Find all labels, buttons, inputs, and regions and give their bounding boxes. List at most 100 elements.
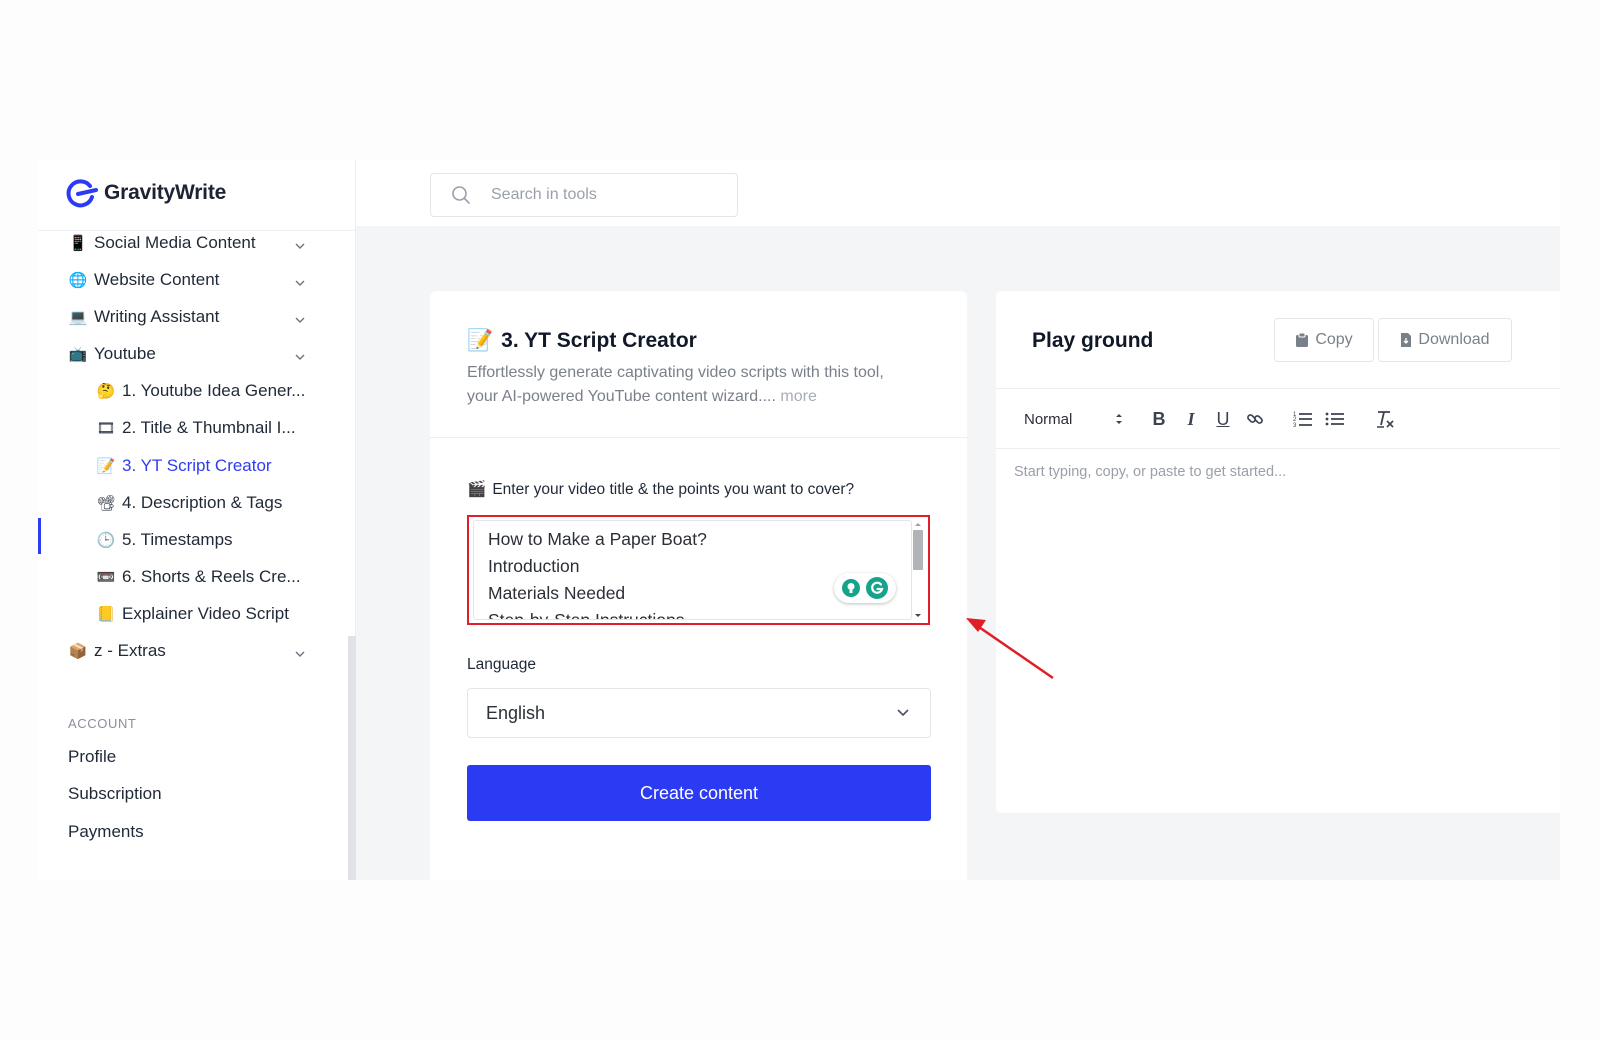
account-heading: ACCOUNT [68,716,137,731]
chevron-down-icon[interactable] [295,315,305,325]
tv-icon: 📺 [68,346,88,363]
language-label: Language [467,656,536,673]
scrollbar-thumb[interactable] [913,530,923,570]
sidebar-item-writing-assistant[interactable]: 💻 Writing Assistant [68,307,220,327]
sidebar: GravityWrite 📱 Social Media Content 🌐 We… [38,160,356,880]
copy-label: Copy [1315,331,1353,348]
notebook-icon: 📒 [96,606,116,623]
more-link[interactable]: more [780,388,816,405]
top-bar [356,160,1560,226]
sidebar-item-explainer-video-script[interactable]: 📒 Explainer Video Script [96,604,289,624]
language-select[interactable]: English [467,688,931,738]
chevron-down-icon [897,709,909,717]
film-strip-icon: 🎞 [96,420,116,437]
brand-name: GravityWrite [104,181,227,204]
prompt-scrollbar[interactable] [911,520,925,620]
laptop-icon: 💻 [68,309,88,326]
app-window: GravityWrite 📱 Social Media Content 🌐 We… [38,160,1560,880]
tool-title-text: 3. YT Script Creator [501,329,697,352]
link-icon [1247,414,1263,424]
bullet-list-icon [1325,412,1344,426]
prompt-label-text: Enter your video title & the points you … [492,480,855,498]
search-icon [452,186,470,204]
sidebar-item-yt-script-creator[interactable]: 📝 3. YT Script Creator [96,456,272,476]
gravitywrite-logo-icon [66,179,98,208]
sidebar-item-label: Explainer Video Script [122,604,289,623]
sidebar-item-label: 1. Youtube Idea Gener... [122,381,306,400]
mobile-phone-icon: 📱 [68,235,88,252]
sidebar-scrollbar[interactable] [348,636,356,880]
underline-icon: U [1216,408,1230,429]
memo-icon: 📝 [467,329,494,352]
prompt-textarea[interactable]: How to Make a Paper Boat? Introduction M… [473,520,912,620]
sidebar-item-youtube-idea-generator[interactable]: 🤔 1. Youtube Idea Gener... [96,381,306,401]
language-value: English [486,702,546,723]
sidebar-item-label: 6. Shorts & Reels Cre... [122,567,301,586]
create-content-button[interactable]: Create content [467,765,931,821]
sidebar-item-youtube[interactable]: 📺 Youtube [68,344,156,364]
ordered-list-button[interactable]: 1 2 3 [1292,408,1314,430]
prompt-label: 🎬 Enter your video title & the points yo… [467,480,854,499]
editor-toolbar: Normal B I U 1 2 3 [996,389,1560,449]
scroll-down-icon[interactable] [911,612,925,620]
scroll-up-icon[interactable] [911,520,925,528]
search-input[interactable] [491,186,711,204]
sidebar-item-label: 5. Timestamps [122,530,233,549]
package-icon: 📦 [68,643,88,660]
clear-format-icon [1377,411,1394,428]
bold-icon: B [1152,408,1166,429]
prompt-line: Step-by-Step Instructions [488,610,685,620]
logo[interactable]: GravityWrite [64,178,226,208]
bold-button[interactable]: B [1148,408,1170,430]
tool-description-text: Effortlessly generate captivating video … [467,364,884,405]
format-select[interactable]: Normal [1024,408,1124,430]
sidebar-item-z-extras[interactable]: 📦 z - Extras [68,641,166,661]
search-box[interactable] [430,173,738,217]
tool-form-card: 📝 3. YT Script Creator Effortlessly gene… [430,291,967,880]
sidebar-item-social-media-content[interactable]: 📱 Social Media Content [68,233,256,253]
sidebar-link-payments[interactable]: Payments [68,822,144,842]
sidebar-item-title-thumbnail[interactable]: 🎞 2. Title & Thumbnail I... [96,418,295,438]
chevron-down-icon[interactable] [295,278,305,288]
chevron-down-icon[interactable] [295,241,305,251]
videocassette-icon: 📼 [96,569,116,586]
sidebar-item-website-content[interactable]: 🌐 Website Content [68,270,220,290]
clapper-board-icon: 🎬 [467,481,487,498]
bullet-list-button[interactable] [1324,408,1346,430]
download-button[interactable]: Download [1378,318,1512,362]
playground-title: Play ground [1032,329,1154,352]
active-indicator [38,518,41,554]
sidebar-item-timestamps[interactable]: 🕒 5. Timestamps [96,530,233,550]
clear-format-button[interactable] [1374,408,1396,430]
sidebar-item-label: Writing Assistant [94,307,220,326]
sidebar-item-label: 4. Description & Tags [122,493,283,512]
download-label: Download [1418,331,1490,348]
underline-button[interactable]: U [1212,408,1234,430]
sidebar-item-label: 3. YT Script Creator [122,456,272,475]
playground-panel: Play ground Copy Download Normal B I U 1… [996,291,1560,813]
chevron-down-icon[interactable] [295,649,305,659]
sidebar-link-subscription[interactable]: Subscription [68,784,162,804]
chevron-down-icon[interactable] [295,352,305,362]
prompt-line: Introduction [488,556,580,576]
sidebar-item-description-tags[interactable]: 📽 4. Description & Tags [96,493,282,513]
clipboard-icon [1296,332,1309,347]
sidebar-link-profile[interactable]: Profile [68,747,116,767]
memo-icon: 📝 [96,458,116,475]
italic-icon: I [1187,408,1195,429]
tool-description: Effortlessly generate captivating video … [467,361,917,409]
format-select-value: Normal [1024,410,1073,428]
projector-icon: 📽 [96,495,116,512]
copy-button[interactable]: Copy [1274,318,1374,362]
thinking-face-icon: 🤔 [96,383,116,400]
sidebar-item-label: z - Extras [94,641,166,660]
sidebar-item-label: Social Media Content [94,233,256,252]
lightbulb-icon [842,579,860,597]
clock-icon: 🕒 [96,532,116,549]
editor-placeholder[interactable]: Start typing, copy, or paste to get star… [1014,464,1286,480]
grammarly-widget[interactable] [834,573,896,603]
tool-header: 📝 3. YT Script Creator Effortlessly gene… [430,291,967,438]
italic-button[interactable]: I [1180,408,1202,430]
link-button[interactable] [1244,408,1266,430]
sidebar-item-shorts-reels[interactable]: 📼 6. Shorts & Reels Cre... [96,567,301,587]
